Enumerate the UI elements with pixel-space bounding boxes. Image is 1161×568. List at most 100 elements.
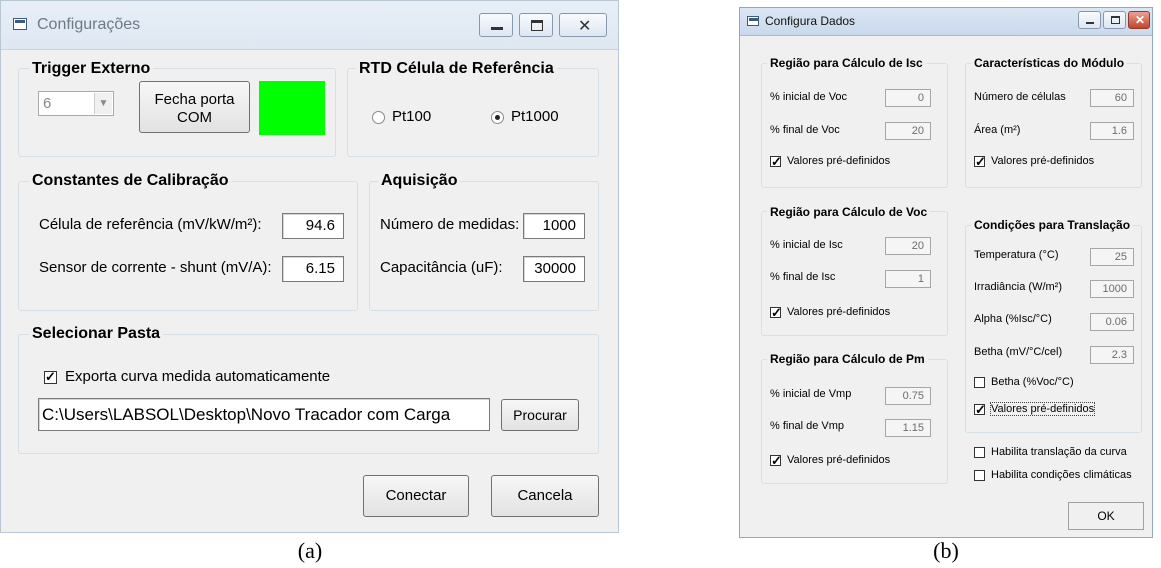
module-r1-label: Número de células [974, 91, 1066, 103]
app-icon [13, 18, 27, 30]
trigger-group-label: Trigger Externo [29, 60, 154, 78]
capacitance-label: Capacitância (uF): [380, 259, 503, 276]
export-checkbox[interactable] [44, 369, 57, 385]
pt1000-label: Pt1000 [511, 108, 559, 125]
app-icon-b [747, 16, 759, 26]
rtd-group-label: RTD Célula de Referência [356, 60, 557, 78]
cancel-button[interactable]: Cancela [491, 475, 599, 517]
minimize-icon [491, 27, 503, 30]
alpha-input[interactable]: 0.06 [1090, 313, 1134, 331]
isc-r1-input[interactable]: 0 [885, 89, 931, 107]
title-bar: Configurações ✕ [1, 1, 618, 50]
module-predef-label: Valores pré-definidos [991, 155, 1095, 167]
enable-climate-checkbox[interactable] [974, 470, 985, 481]
dropdown-arrow-icon: ▼ [94, 93, 112, 114]
module-r2-label: Área (m²) [974, 124, 1021, 136]
close-port-line1: Fecha porta [154, 91, 235, 108]
isc-r2-label: % final de Voc [770, 124, 840, 136]
pt100-radio[interactable] [372, 111, 385, 124]
close-port-line2: COM [177, 109, 212, 126]
num-measurements-label: Número de medidas: [380, 216, 520, 233]
temp-label: Temperatura (°C) [974, 249, 1059, 261]
isc-r1-label: % inicial de Voc [770, 91, 848, 103]
translation-group-label: Condições para Translação [971, 218, 1134, 232]
port-status-indicator [259, 81, 325, 135]
temp-input[interactable]: 25 [1090, 248, 1134, 266]
irradiance-label: Irradiância (W/m²) [974, 281, 1063, 293]
isc-predef-label: Valores pré-definidos [787, 155, 891, 167]
enable-curve-translation-checkbox[interactable] [974, 447, 985, 458]
maximize-button-b[interactable] [1103, 11, 1126, 29]
enable-climate-label: Habilita condições climáticas [991, 469, 1132, 481]
maximize-icon [531, 20, 543, 31]
voc-r1-label: % inicial de Isc [770, 239, 843, 251]
isc-group-label: Região para Cálculo de Isc [767, 56, 926, 70]
calibration-group [18, 181, 358, 311]
ref-cell-label: Célula de referência (mV/kW/m²): [39, 216, 262, 233]
shunt-label: Sensor de corrente - shunt (mV/A): [39, 259, 272, 276]
ref-cell-input[interactable]: 94.6 [282, 213, 344, 239]
acquisition-group-label: Aquisição [378, 172, 461, 190]
window-title: Configurações [37, 16, 141, 33]
close-port-button[interactable]: Fecha porta COM [139, 81, 250, 133]
voc-predef-label: Valores pré-definidos [787, 306, 891, 318]
minimize-button[interactable] [479, 13, 513, 37]
pm-r2-input[interactable]: 1.15 [885, 419, 931, 437]
pm-r1-label: % inicial de Vmp [770, 388, 852, 400]
close-icon-b: ✕ [1135, 13, 1146, 27]
config-window: Configurações ✕ Trigger Externo 6 ▼ Fech… [0, 0, 619, 533]
com-port-select[interactable]: 6 ▼ [38, 91, 114, 116]
folder-path-input[interactable]: C:\Users\LABSOL\Desktop\Novo Tracador co… [38, 398, 490, 431]
caption-a: (a) [297, 538, 323, 563]
alpha-label: Alpha (%Isc/°C) [974, 313, 1052, 325]
minimize-button-b[interactable] [1078, 11, 1101, 29]
caption-b: (b) [933, 538, 959, 563]
num-measurements-input[interactable]: 1000 [523, 213, 585, 239]
pm-predef-checkbox[interactable] [770, 453, 782, 469]
betha-input[interactable]: 2.3 [1090, 346, 1134, 364]
module-r2-input[interactable]: 1.6 [1090, 122, 1134, 140]
voc-predef-checkbox[interactable] [770, 305, 782, 321]
module-predef-checkbox[interactable] [974, 154, 986, 170]
maximize-icon-b [1111, 16, 1120, 24]
irradiance-input[interactable]: 1000 [1090, 280, 1134, 298]
folder-group [18, 334, 599, 454]
calibration-group-label: Constantes de Calibração [29, 172, 232, 190]
module-r1-input[interactable]: 60 [1090, 89, 1134, 107]
pm-r2-label: % final de Vmp [770, 420, 844, 432]
voc-r2-label: % final de Isc [770, 271, 836, 283]
trans-predef-checkbox[interactable] [974, 402, 986, 418]
com-port-value: 6 [43, 95, 52, 112]
connect-button[interactable]: Conectar [363, 475, 469, 517]
pm-predef-label: Valores pré-definidos [787, 454, 891, 466]
title-bar-b: Configura Dados ✕ [740, 8, 1152, 36]
voc-group-label: Região para Cálculo de Voc [767, 205, 931, 219]
isc-r2-input[interactable]: 20 [885, 122, 931, 140]
capacitance-input[interactable]: 30000 [523, 256, 585, 282]
browse-button[interactable]: Procurar [501, 399, 579, 431]
enable-curve-translation-label: Habilita translação da curva [991, 446, 1127, 458]
folder-group-label: Selecionar Pasta [29, 325, 164, 343]
betha-pct-checkbox[interactable] [974, 377, 985, 388]
ok-button[interactable]: OK [1068, 502, 1144, 530]
data-config-window: Configura Dados ✕ Região para Cálculo de… [739, 7, 1153, 538]
betha-label: Betha (mV/°C/cel) [974, 346, 1063, 358]
export-label: Exporta curva medida automaticamente [65, 368, 331, 385]
acquisition-group [369, 181, 599, 311]
voc-r2-input[interactable]: 1 [885, 270, 931, 288]
close-button[interactable]: ✕ [559, 13, 607, 37]
close-button-b[interactable]: ✕ [1128, 11, 1150, 29]
isc-predef-checkbox[interactable] [770, 154, 782, 170]
rtd-group [347, 68, 599, 157]
voc-r1-input[interactable]: 20 [885, 237, 931, 255]
close-icon: ✕ [578, 18, 592, 35]
pt1000-radio[interactable] [491, 111, 504, 124]
maximize-button[interactable] [519, 13, 553, 37]
pm-group-label: Região para Cálculo de Pm [767, 352, 928, 366]
shunt-input[interactable]: 6.15 [282, 256, 344, 282]
betha-pct-label: Betha (%Voc/°C) [991, 376, 1074, 388]
pm-r1-input[interactable]: 0.75 [885, 387, 931, 405]
pt100-label: Pt100 [392, 108, 432, 125]
trans-predef-label: Valores pré-definidos [989, 402, 1096, 416]
minimize-icon-b [1086, 22, 1094, 24]
